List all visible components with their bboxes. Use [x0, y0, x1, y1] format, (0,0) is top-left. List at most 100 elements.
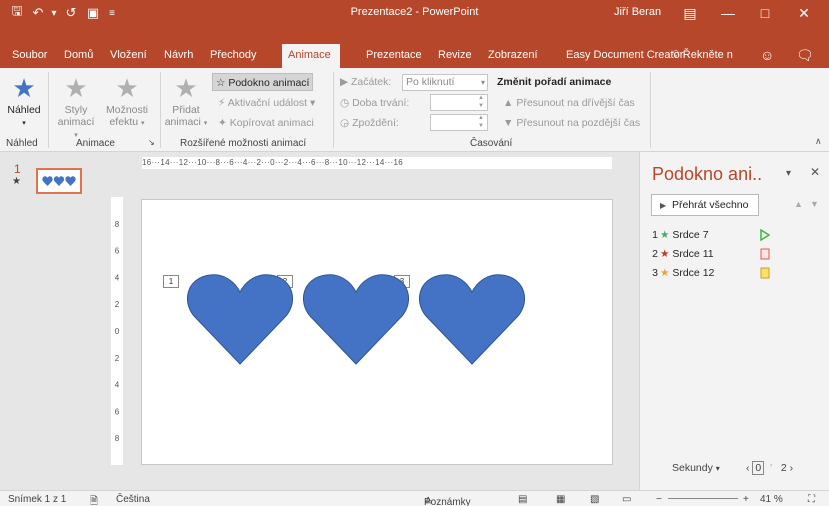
animation-list-item[interactable]: 3 ★ Srdce 12: [648, 264, 828, 282]
move-later-button[interactable]: ▼ Přesunout na pozdější čas: [503, 114, 640, 132]
zoom-level[interactable]: 41 %: [760, 494, 783, 505]
vertical-ruler-scale: 8 6 4 2 0 2 4 6 8: [115, 220, 120, 443]
heart-shape-2[interactable]: [302, 272, 410, 366]
timeline-square-marker: [760, 248, 770, 260]
share-user-icon[interactable]: ☺: [760, 44, 774, 68]
timeline-zoom[interactable]: ‹ 0 ' 2 ›: [746, 461, 793, 475]
vertical-ruler: 8 6 4 2 0 2 4 6 8: [111, 197, 123, 465]
animation-tag-1[interactable]: 1: [163, 275, 179, 288]
slide-number: 1: [14, 162, 21, 176]
tab-animations[interactable]: Animace: [282, 44, 340, 68]
play-all-button[interactable]: ▶ Přehrát všechno: [651, 194, 759, 216]
tab-insert[interactable]: Vložení: [104, 44, 153, 68]
duration-label: ◷ Doba trvání:: [340, 94, 409, 112]
save-icon[interactable]: 🖫: [8, 3, 26, 22]
delay-spinner[interactable]: ▲ ▼: [476, 114, 486, 131]
animation-styles-label-2: animací: [57, 116, 95, 128]
start-label: ▶ Začátek:: [340, 73, 391, 91]
move-up-icon[interactable]: ▲: [794, 199, 803, 209]
animation-pane-label: Podokno animací: [228, 77, 310, 89]
ribbon-display-options-icon[interactable]: ▤: [672, 0, 708, 26]
effect-options-label-2: efektu: [109, 116, 139, 128]
animation-pane: Podokno ani.. ▾ ✕ ▶ Přehrát všechno ▲ ▼ …: [639, 152, 829, 490]
tab-view[interactable]: Zobrazení: [482, 44, 544, 68]
chevron-down-icon: ▾: [715, 464, 720, 473]
play-all-label: Přehrát všechno: [672, 199, 749, 211]
tab-review[interactable]: Revize: [432, 44, 478, 68]
redo-icon[interactable]: ↺: [62, 4, 80, 22]
normal-view-icon[interactable]: ▤: [518, 494, 527, 505]
status-bar: Snímek 1 z 1 🗎︎ Čeština ≙ Poznámky ▤ ▦ ▧…: [0, 490, 829, 506]
slideshow-view-icon[interactable]: ▭: [622, 494, 631, 505]
pane-options-chevron-icon[interactable]: ▾: [786, 168, 791, 179]
move-earlier-button[interactable]: ▲ Přesunout na dřívější čas: [503, 94, 635, 112]
effect-options-button[interactable]: ★ Možnosti efektu ▾: [104, 74, 150, 130]
animation-list-item[interactable]: 1 ★ Srdce 7: [648, 226, 828, 244]
star-icon: ★: [64, 73, 88, 103]
tab-easy-document-creator[interactable]: Easy Document Creator: [560, 44, 689, 68]
item-index: 1: [652, 229, 658, 241]
language-label[interactable]: Čeština: [116, 494, 150, 505]
item-name: Srdce 12: [672, 267, 715, 279]
heart-shape-1[interactable]: [186, 272, 294, 366]
add-animation-label-2: animaci: [164, 116, 201, 128]
slide-thumbnail[interactable]: [36, 168, 82, 194]
ruler-tick-label: 0: [115, 327, 120, 336]
user-name[interactable]: Jiří Beran: [614, 6, 661, 18]
animation-styles-button[interactable]: ★ Styly animací ▾: [56, 74, 96, 142]
undo-icon[interactable]: ↶: [30, 4, 46, 22]
group-separator: [160, 72, 161, 148]
preview-button[interactable]: ★ Náhled ▾: [6, 74, 42, 130]
slideshow-start-icon[interactable]: ▣: [84, 4, 102, 22]
fit-to-window-icon[interactable]: ⛶: [808, 494, 815, 505]
move-down-icon[interactable]: ▼: [810, 199, 819, 209]
add-animation-button[interactable]: ★ Přidat animaci ▾: [164, 74, 208, 130]
tab-design[interactable]: Návrh: [158, 44, 199, 68]
comments-icon[interactable]: 🗨︎: [796, 44, 814, 68]
start-select[interactable]: Po kliknutí ▾: [402, 74, 488, 91]
minimize-icon[interactable]: —: [710, 0, 746, 26]
slide-canvas[interactable]: 1 2 3: [141, 199, 613, 465]
ribbon-tabs: Soubor Domů Vložení Návrh Přechody Anima…: [0, 26, 829, 68]
trigger-label: Aktivační událost: [227, 97, 308, 109]
maximize-icon[interactable]: □: [747, 0, 783, 26]
chevron-down-icon: ▾: [141, 120, 145, 127]
chevron-down-icon: ▾: [203, 120, 208, 127]
tab-home[interactable]: Domů: [58, 44, 99, 68]
orange-star-icon: ★: [660, 267, 670, 279]
zoom-slider[interactable]: [668, 498, 738, 499]
group-label-timing: Časování: [470, 138, 513, 149]
ruler-tick-label: 8: [115, 220, 120, 229]
zoom-out-icon[interactable]: −: [656, 494, 662, 505]
item-index: 3: [652, 267, 658, 279]
collapse-ribbon-icon[interactable]: ∧: [815, 136, 822, 147]
delay-clock-icon: ◶: [340, 117, 350, 129]
undo-dropdown-icon[interactable]: ▾: [48, 4, 60, 22]
slide-sorter-icon[interactable]: ▦: [556, 494, 565, 505]
dialog-launcher-icon[interactable]: ↘: [148, 138, 155, 147]
tab-file[interactable]: Soubor: [6, 44, 53, 68]
seconds-dropdown[interactable]: Sekundy ▾: [672, 462, 720, 474]
animation-list-item[interactable]: 2 ★ Srdce 11: [648, 245, 828, 263]
group-label-advanced: Rozšířené možnosti animací: [180, 138, 307, 149]
tab-transitions[interactable]: Přechody: [204, 44, 262, 68]
item-index: 2: [652, 248, 658, 260]
slide-counter: Snímek 1 z 1: [8, 494, 67, 505]
customize-toolbar-icon[interactable]: ≡: [106, 4, 118, 22]
delay-label: ◶ Zpoždění:: [340, 114, 399, 132]
pane-close-icon[interactable]: ✕: [810, 165, 820, 179]
duration-spinner[interactable]: ▲ ▼: [476, 94, 486, 111]
spellcheck-icon[interactable]: 🗎︎: [90, 494, 98, 506]
green-star-icon: ★: [660, 229, 670, 241]
zoom-in-icon[interactable]: +: [743, 494, 749, 505]
tell-me-search[interactable]: 💡︎ Řekněte n: [672, 44, 733, 68]
preview-star-icon: ★: [12, 73, 36, 103]
reading-view-icon[interactable]: ▧: [590, 494, 599, 505]
heart-shape-3[interactable]: [418, 272, 526, 366]
animation-pane-button[interactable]: ☆ Podokno animací: [212, 73, 314, 91]
animation-painter-button[interactable]: ✦ Kopírovat animaci: [218, 114, 314, 132]
group-label-preview: Náhled: [6, 138, 38, 149]
tab-slideshow[interactable]: Prezentace: [360, 44, 428, 68]
trigger-button[interactable]: ⚡︎ Aktivační událost ▾: [218, 94, 315, 112]
close-icon[interactable]: ✕: [786, 0, 822, 26]
